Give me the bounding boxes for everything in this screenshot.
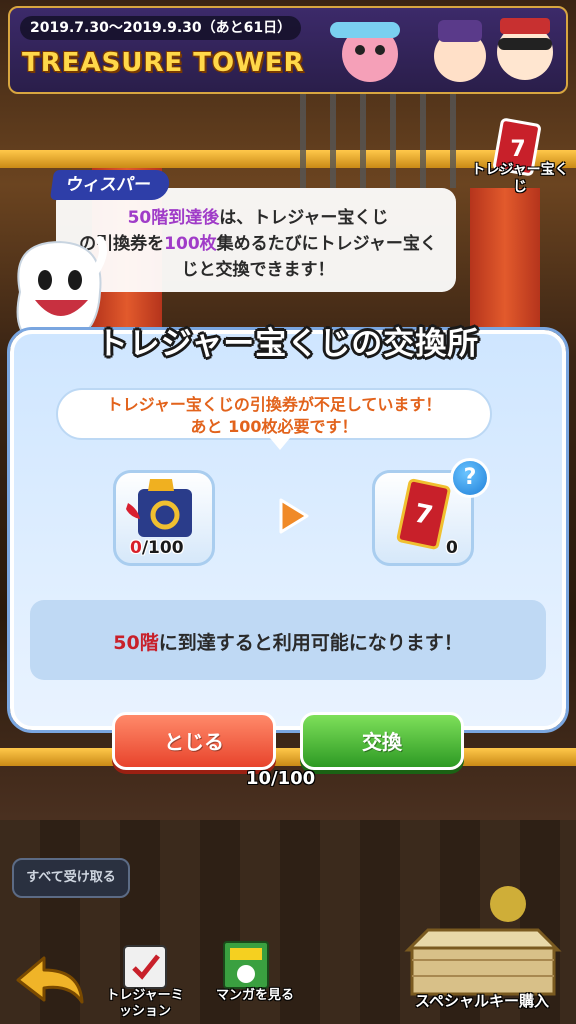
event-banner[interactable]: 2019.7.30～2019.9.30（あと61日） TREASURE TOWE… [8, 6, 568, 94]
notice-tail [270, 438, 290, 450]
event-title: TREASURE TOWER [22, 48, 305, 78]
claim-all-button[interactable]: すべて受け取る [12, 858, 130, 898]
banner-characters-illustration [330, 18, 553, 82]
notice-line-2-suffix: 必要です！ [277, 417, 358, 436]
back-arrow-icon[interactable] [10, 950, 90, 1010]
ticket-count: 0 [446, 538, 458, 558]
exchange-button[interactable]: 交換 [300, 712, 464, 770]
help-button[interactable]: ? [450, 458, 490, 498]
floor-highlight: 50階到達後 [127, 208, 220, 228]
speaker-name: ウィスパー [49, 170, 172, 200]
voucher-count: 0/100 [130, 538, 184, 558]
notice-line-2-count: 100枚 [228, 417, 278, 436]
arrow-right-icon [279, 498, 309, 534]
unlock-floor: 50階 [113, 632, 159, 654]
notice-line-1: トレジャー宝くじの引換券が不足しています！ [106, 395, 442, 414]
insufficient-notice: トレジャー宝くじの引換券が不足しています！ あと 100枚必要です！ [56, 388, 492, 440]
manga-book-icon[interactable] [218, 938, 276, 992]
message-part: 集めるたびにトレジャー宝くじと交換できます！ [181, 234, 437, 280]
unlock-condition-text: 50階に到達すると利用可能になります！ [30, 628, 546, 655]
event-date-range: 2019.7.30～2019.9.30（あと61日） [20, 16, 302, 40]
dialog-title: トレジャー宝くじの交換所 [96, 326, 480, 362]
mission-label[interactable]: トレジャーミッション [100, 988, 190, 1020]
voucher-required: /100 [141, 538, 184, 558]
unlock-message: に到達すると利用可能になります！ [158, 632, 463, 654]
gold-beam [0, 748, 576, 766]
count-highlight: 100枚 [164, 234, 217, 254]
manga-label[interactable]: マンガを見る [210, 988, 300, 1004]
close-button[interactable]: とじる [112, 712, 276, 770]
cage-bars [300, 78, 470, 188]
treasure-chest-icon[interactable] [398, 880, 568, 1000]
whisper-message: 50階到達後は、トレジャー宝くじ の引換券を100枚集めるたびにトレジャー宝くじと… [72, 205, 444, 283]
notice-line-2-prefix: あと [190, 417, 229, 436]
lottery-ticket-label: トレジャー宝くじ [471, 162, 569, 195]
floor-progress: 10/100 [246, 768, 316, 789]
voucher-owned: 0 [130, 538, 142, 558]
special-key-purchase-label[interactable]: スペシャルキー購入 [392, 990, 572, 1011]
svg-text:7: 7 [510, 137, 525, 162]
message-part: は、トレジャー宝くじ [219, 208, 389, 228]
mission-book-icon[interactable] [118, 942, 174, 992]
